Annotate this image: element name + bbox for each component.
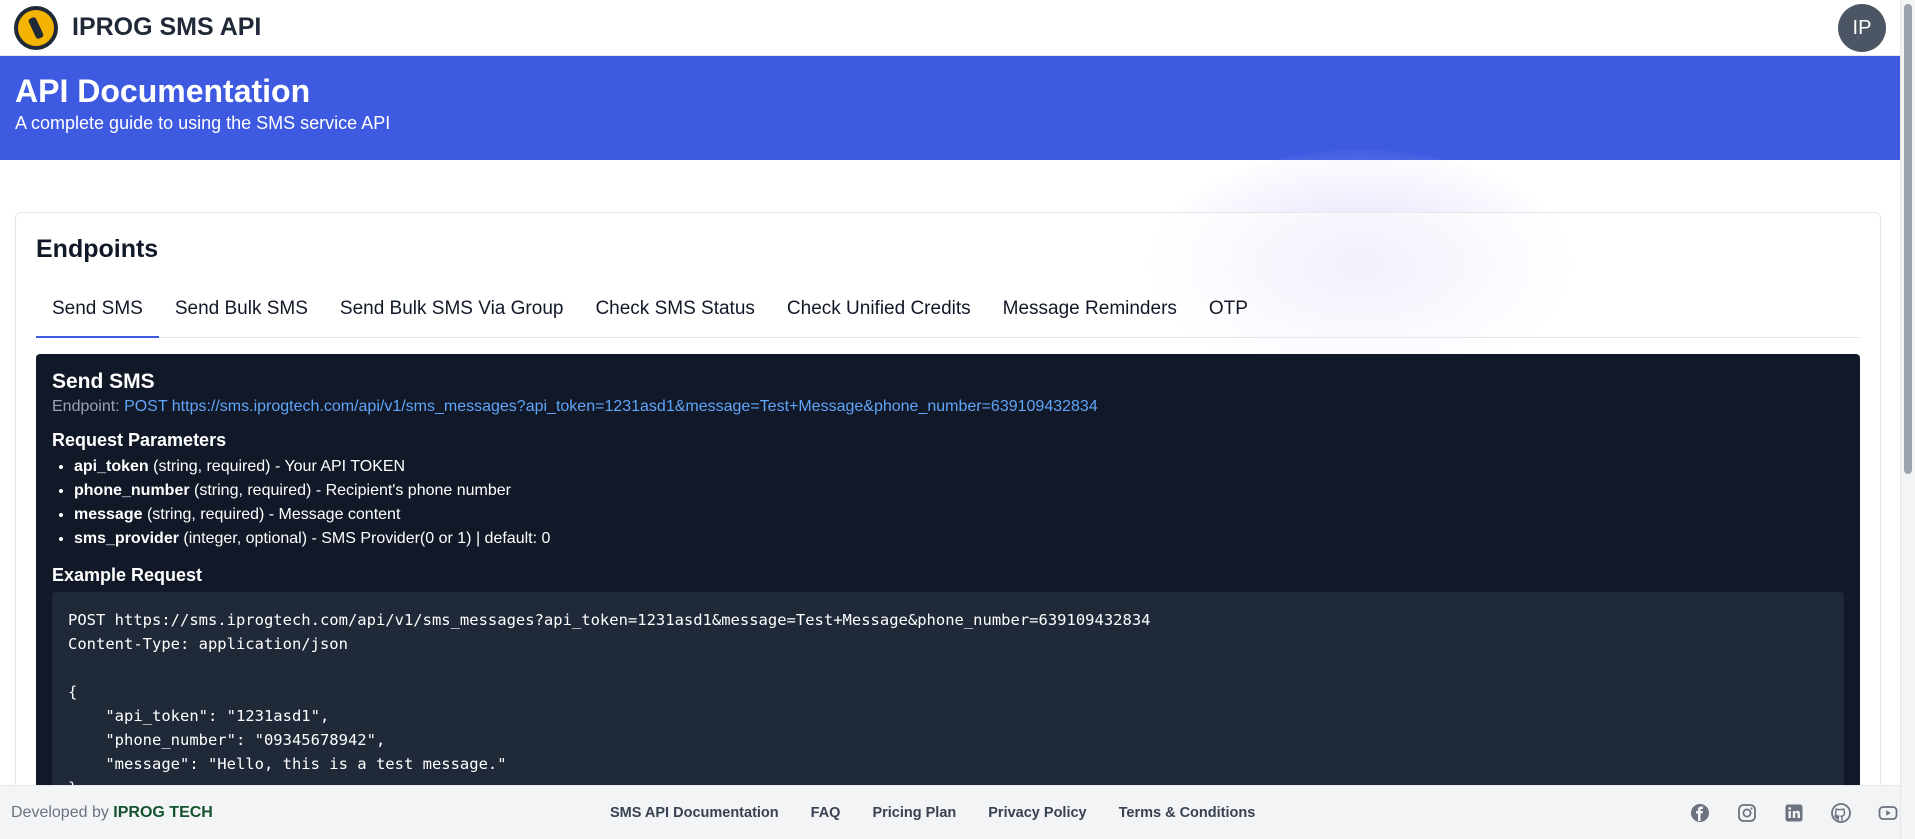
- endpoint-label: Endpoint:: [52, 398, 120, 415]
- param-name: message: [74, 506, 143, 523]
- list-item: phone_number (string, required) - Recipi…: [74, 479, 1844, 503]
- linkedin-icon[interactable]: [1784, 803, 1804, 823]
- send-sms-panel: Send SMS Endpoint: POST https://sms.ipro…: [36, 354, 1860, 839]
- tab-check-sms-status[interactable]: Check SMS Status: [579, 284, 770, 337]
- list-item: sms_provider (integer, optional) - SMS P…: [74, 527, 1844, 551]
- instagram-icon[interactable]: [1737, 803, 1757, 823]
- user-avatar[interactable]: IP: [1838, 4, 1886, 52]
- endpoint-tabs: Send SMS Send Bulk SMS Send Bulk SMS Via…: [36, 284, 1860, 338]
- developed-by: Developed by IPROG TECH: [11, 804, 213, 822]
- top-navbar: IPROG SMS API IP: [0, 0, 1900, 56]
- footer-link-privacy-policy[interactable]: Privacy Policy: [988, 805, 1086, 821]
- page-scrollbar[interactable]: [1900, 0, 1915, 839]
- tab-send-sms[interactable]: Send SMS: [36, 284, 159, 338]
- footer-link-sms-api-documentation[interactable]: SMS API Documentation: [610, 805, 779, 821]
- youtube-icon[interactable]: [1878, 803, 1898, 823]
- github-icon[interactable]: [1831, 803, 1851, 823]
- brand-name[interactable]: IPROG SMS API: [72, 13, 261, 42]
- parameter-list: api_token (string, required) - Your API …: [52, 455, 1844, 551]
- endpoint-line: Endpoint: POST https://sms.iprogtech.com…: [52, 398, 1844, 416]
- scrollbar-thumb[interactable]: [1904, 4, 1912, 474]
- endpoints-heading: Endpoints: [36, 235, 159, 263]
- facebook-icon[interactable]: [1690, 803, 1710, 823]
- page-title: API Documentation: [15, 73, 311, 109]
- list-item: api_token (string, required) - Your API …: [74, 455, 1844, 479]
- hero-banner: API Documentation A complete guide to us…: [0, 56, 1900, 160]
- param-name: sms_provider: [74, 530, 179, 547]
- endpoints-card: Endpoints Send SMS Send Bulk SMS Send Bu…: [15, 212, 1881, 839]
- footer-link-pricing-plan[interactable]: Pricing Plan: [872, 805, 956, 821]
- param-desc: (string, required) - Message content: [142, 506, 401, 523]
- endpoint-url[interactable]: POST https://sms.iprogtech.com/api/v1/sm…: [124, 398, 1098, 415]
- footer-link-terms-conditions[interactable]: Terms & Conditions: [1119, 805, 1256, 821]
- social-links: [1690, 786, 1898, 839]
- request-parameters-heading: Request Parameters: [52, 430, 227, 450]
- list-item: message (string, required) - Message con…: [74, 503, 1844, 527]
- param-desc: (string, required) - Recipient's phone n…: [189, 482, 511, 499]
- company-link[interactable]: IPROG TECH: [113, 804, 213, 821]
- param-name: phone_number: [74, 482, 190, 499]
- footer-link-faq[interactable]: FAQ: [811, 805, 841, 821]
- tab-check-unified-credits[interactable]: Check Unified Credits: [771, 284, 987, 337]
- page-subtitle: A complete guide to using the SMS servic…: [15, 113, 391, 134]
- tab-send-bulk-sms-via-group[interactable]: Send Bulk SMS Via Group: [324, 284, 580, 337]
- param-desc: (string, required) - Your API TOKEN: [148, 458, 406, 475]
- footer: Developed by IPROG TECH SMS API Document…: [0, 785, 1900, 839]
- brand-logo-icon[interactable]: [14, 5, 58, 50]
- tab-message-reminders[interactable]: Message Reminders: [987, 284, 1193, 337]
- example-request-heading: Example Request: [52, 565, 203, 585]
- param-name: api_token: [74, 458, 149, 475]
- param-desc: (integer, optional) - SMS Provider(0 or …: [178, 530, 551, 547]
- tab-send-bulk-sms[interactable]: Send Bulk SMS: [159, 284, 324, 337]
- panel-title: Send SMS: [52, 370, 155, 393]
- footer-links: SMS API Documentation FAQ Pricing Plan P…: [610, 786, 1255, 839]
- developed-by-label: Developed by: [11, 803, 109, 821]
- tab-otp[interactable]: OTP: [1193, 284, 1264, 337]
